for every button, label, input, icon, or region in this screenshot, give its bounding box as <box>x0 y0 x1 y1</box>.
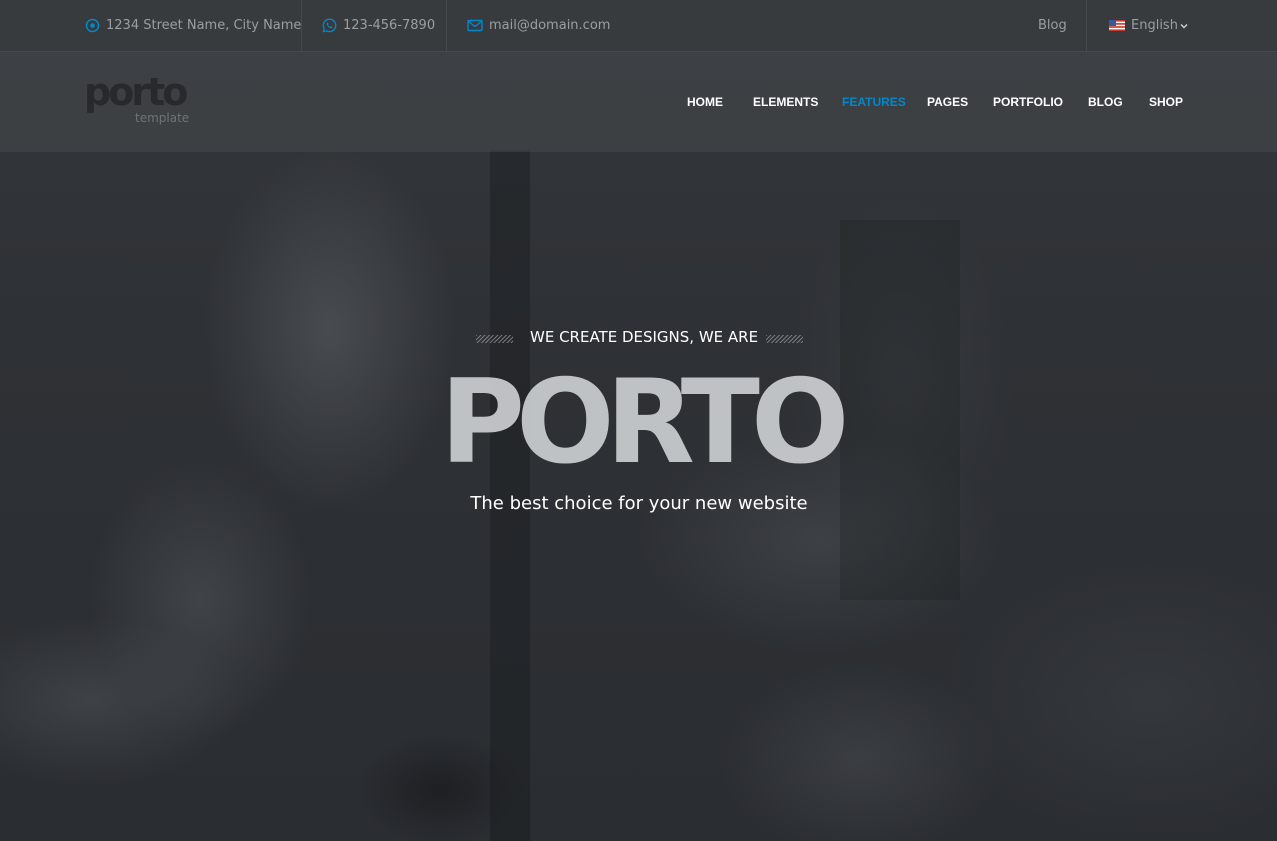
email-info[interactable]: mail@domain.com <box>467 0 610 51</box>
topbar-divider <box>1086 0 1087 51</box>
phone-info[interactable]: 123-456-7890 <box>322 0 435 51</box>
hero-title: PORTO <box>440 355 849 490</box>
address-info: 1234 Street Name, City Name <box>85 0 301 51</box>
language-label[interactable]: English <box>1131 18 1178 33</box>
topbar-blog-link[interactable]: Blog <box>1038 0 1067 51</box>
nav-item-features[interactable]: FEATURES <box>842 52 906 152</box>
nav-item-shop[interactable]: SHOP <box>1149 52 1183 152</box>
phone-text[interactable]: 123-456-7890 <box>343 18 435 33</box>
location-icon <box>85 18 100 33</box>
hero-tagline-text: WE CREATE DESIGNS, WE ARE <box>530 328 759 346</box>
chevron-down-icon <box>1180 23 1188 28</box>
nav-item-elements[interactable]: ELEMENTS <box>753 52 818 152</box>
language-selector[interactable]: English <box>1109 0 1194 51</box>
hatch-decoration <box>766 335 803 343</box>
hatch-decoration <box>476 335 513 343</box>
logo-wordmark[interactable]: porto <box>84 70 188 114</box>
us-flag-icon <box>1109 20 1125 31</box>
top-bar: 1234 Street Name, City Name 123-456-7890… <box>0 0 1277 52</box>
background-shape <box>840 220 960 600</box>
logo[interactable]: porto template <box>84 70 194 128</box>
nav-item-pages[interactable]: PAGES <box>927 52 968 152</box>
address-text: 1234 Street Name, City Name <box>106 18 302 33</box>
whatsapp-icon <box>322 18 337 33</box>
blog-link-label[interactable]: Blog <box>1038 18 1067 33</box>
main-header: porto template HOME ELEMENTS FEATURES PA… <box>0 52 1277 152</box>
hero-subtitle: The best choice for your new website <box>470 493 808 514</box>
nav-item-blog[interactable]: BLOG <box>1088 52 1123 152</box>
envelope-icon <box>467 19 483 32</box>
hero-tagline: WE CREATE DESIGNS, WE ARE <box>476 327 803 351</box>
nav-item-home[interactable]: HOME <box>687 52 723 152</box>
nav-item-portfolio[interactable]: PORTFOLIO <box>993 52 1063 152</box>
topbar-divider <box>446 0 447 51</box>
topbar-divider <box>301 0 302 51</box>
logo-subtext: template <box>135 111 190 125</box>
email-text[interactable]: mail@domain.com <box>489 18 610 33</box>
